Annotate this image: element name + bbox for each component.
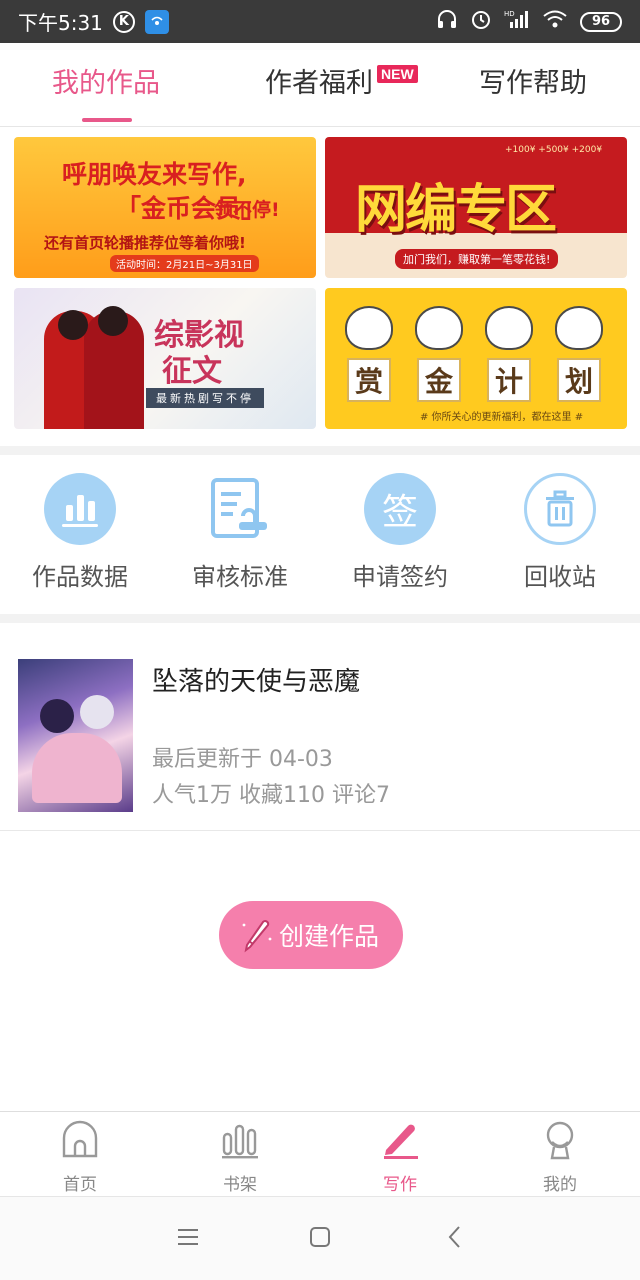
work-title: 坠落的天使与恶魔 — [152, 667, 361, 697]
signal-app-icon — [144, 9, 169, 34]
nav-label: 首页 — [63, 1175, 97, 1195]
status-time: 下午5:31 — [18, 11, 103, 35]
tab-author-benefits[interactable]: 作者福利 — [265, 61, 373, 100]
document-check-icon — [204, 473, 276, 545]
shortcut-label: 作品数据 — [32, 563, 128, 591]
create-work-button[interactable]: 创建作品 — [219, 901, 403, 969]
cellular-signal-icon: HD — [504, 8, 530, 35]
menu-icon[interactable] — [176, 1225, 200, 1253]
pencil-icon — [241, 917, 275, 959]
nav-profile[interactable]: 我的 — [480, 1120, 640, 1195]
shortcut-review-standard[interactable]: 审核标准 — [160, 473, 320, 592]
tab-writing-help[interactable]: 写作帮助 — [479, 61, 587, 100]
figure-head-1 — [58, 310, 88, 340]
active-tab-indicator — [82, 118, 132, 122]
cat-illustration — [345, 306, 393, 350]
shortcut-apply-contract[interactable]: 签 申请签约 — [320, 473, 480, 592]
top-tabs: 我的作品 作者福利 NEW 写作帮助 — [0, 43, 640, 127]
profile-icon — [540, 1120, 580, 1164]
system-nav-bar — [0, 1196, 640, 1280]
bar-chart-icon — [44, 473, 116, 545]
banner-invite-line2b: 领不停! — [214, 199, 280, 221]
status-left: 下午5:31 K — [18, 7, 169, 36]
nav-home[interactable]: 首页 — [0, 1120, 160, 1195]
banner-invite-line1: 呼朋唤友来写作, — [62, 160, 247, 189]
nav-label: 书架 — [223, 1175, 257, 1195]
bookshelf-icon — [220, 1120, 260, 1164]
shortcut-recycle-bin[interactable]: 回收站 — [480, 473, 640, 592]
banner-web-editor-zone[interactable]: +100¥ +500¥ +200¥ 网编专区 加门我们，赚取第一笔零花钱! — [325, 137, 627, 278]
nav-write[interactable]: 写作 — [320, 1120, 480, 1195]
wifi-icon — [542, 8, 568, 35]
cat-illustration — [555, 306, 603, 350]
headphones-icon — [436, 8, 458, 35]
banner-tv-sub: 最新热剧写不停 — [146, 388, 264, 408]
nav-label: 我的 — [543, 1175, 577, 1195]
banner-tv-title2: 征文 — [162, 354, 222, 389]
bounty-char-card: 金 — [417, 358, 461, 402]
bounty-char-card: 划 — [557, 358, 601, 402]
alarm-icon — [470, 8, 492, 35]
status-bar: 下午5:31 K HD 96 — [0, 0, 640, 43]
nav-label: 写作 — [383, 1175, 417, 1195]
work-list-item[interactable]: 坠落的天使与恶魔 最后更新于 04-03 人气1万 收藏110 评论7 — [0, 637, 640, 831]
shortcut-work-data[interactable]: 作品数据 — [0, 473, 160, 592]
cover-art-figure — [40, 699, 74, 733]
section-divider — [0, 614, 640, 623]
figure-head-2 — [98, 306, 128, 336]
bottom-nav: 首页 书架 写作 我的 — [0, 1111, 640, 1195]
cover-art-figure — [80, 695, 114, 729]
tab-my-works[interactable]: 我的作品 — [52, 61, 160, 100]
new-badge: NEW — [377, 65, 418, 83]
book-cover — [18, 659, 133, 812]
banner-tv-contest[interactable]: 综影视 征文 最新热剧写不停 — [14, 288, 316, 429]
bounty-char-card: 赏 — [347, 358, 391, 402]
banner-editor-coins: +100¥ +500¥ +200¥ — [505, 145, 603, 155]
banner-grid: 呼朋唤友来写作, 「金币会员」 领不停! 还有首页轮播推荐位等着你哦! 活动时间… — [0, 128, 640, 446]
bounty-char-card: 计 — [487, 358, 531, 402]
back-icon[interactable] — [444, 1225, 468, 1253]
k-app-icon: K — [112, 10, 135, 33]
banner-invite-date: 活动时间：2月21日~3月31日 — [110, 255, 259, 272]
banner-bounty-plan[interactable]: 赏 金 计 划 # 你所关心的更新福利，都在这里 # — [325, 288, 627, 429]
home-square-icon[interactable] — [308, 1225, 332, 1253]
banner-invite-line3: 还有首页轮播推荐位等着你哦! — [44, 234, 246, 252]
banner-invite-friends[interactable]: 呼朋唤友来写作, 「金币会员」 领不停! 还有首页轮播推荐位等着你哦! 活动时间… — [14, 137, 316, 278]
section-divider — [0, 446, 640, 455]
nav-bookshelf[interactable]: 书架 — [160, 1120, 320, 1195]
shortcut-label: 申请签约 — [352, 563, 448, 591]
banner-editor-title: 网编专区 — [355, 180, 557, 240]
home-icon — [60, 1120, 100, 1164]
work-stats: 人气1万 收藏110 评论7 — [152, 783, 390, 808]
trash-icon — [524, 473, 596, 545]
shortcut-row: 作品数据 审核标准 签 申请签约 回收站 — [0, 455, 640, 615]
hd-label: HD — [504, 10, 515, 18]
cat-illustration — [485, 306, 533, 350]
banner-bounty-sub: # 你所关心的更新福利，都在这里 # — [420, 412, 584, 423]
work-updated: 最后更新于 04-03 — [152, 747, 333, 772]
cat-illustration — [415, 306, 463, 350]
battery-indicator: 96 — [580, 11, 622, 32]
sign-contract-icon: 签 — [364, 473, 436, 545]
shortcut-label: 回收站 — [524, 563, 596, 591]
status-right: HD 96 — [436, 8, 622, 35]
cover-art-dress — [32, 733, 122, 803]
pencil-icon — [380, 1120, 420, 1164]
create-work-label: 创建作品 — [279, 922, 380, 951]
banner-editor-sub: 加门我们，赚取第一笔零花钱! — [395, 249, 559, 269]
shortcut-label: 审核标准 — [192, 563, 288, 591]
